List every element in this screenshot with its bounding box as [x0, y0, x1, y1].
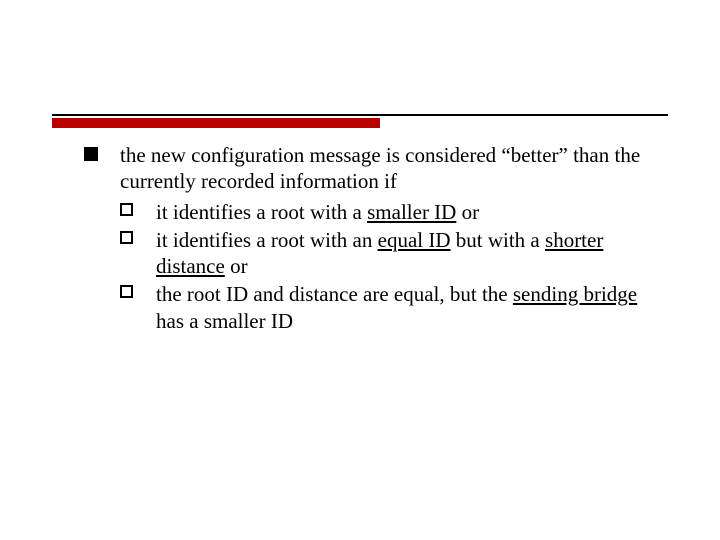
level1-item: the new configuration message is conside… — [84, 142, 668, 195]
underlined-text: equal ID — [378, 228, 451, 252]
square-bullet-icon — [84, 147, 98, 161]
slide: the new configuration message is conside… — [0, 0, 720, 540]
content-area: the new configuration message is conside… — [84, 142, 668, 336]
level2-item: it identifies a root with an equal ID bu… — [120, 227, 668, 280]
text-fragment: or — [456, 200, 479, 224]
text-fragment: has a smaller ID — [156, 309, 293, 333]
text-fragment: it identifies a root with an — [156, 228, 378, 252]
hollow-square-bullet-icon — [120, 203, 133, 216]
hollow-square-bullet-icon — [120, 285, 133, 298]
text-fragment: but with a — [451, 228, 546, 252]
underlined-text: sending bridge — [513, 282, 637, 306]
hollow-square-bullet-icon — [120, 231, 133, 244]
underlined-text: smaller ID — [367, 200, 456, 224]
level2-item: the root ID and distance are equal, but … — [120, 281, 668, 334]
text-fragment: it identifies a root with a — [156, 200, 367, 224]
level2-item: it identifies a root with a smaller ID o… — [120, 199, 668, 225]
text-fragment: or — [225, 254, 248, 278]
horizontal-rule — [52, 114, 668, 116]
level2-group: it identifies a root with a smaller ID o… — [120, 199, 668, 334]
level1-text: the new configuration message is conside… — [120, 143, 640, 193]
text-fragment: the root ID and distance are equal, but … — [156, 282, 513, 306]
accent-bar — [52, 118, 380, 128]
